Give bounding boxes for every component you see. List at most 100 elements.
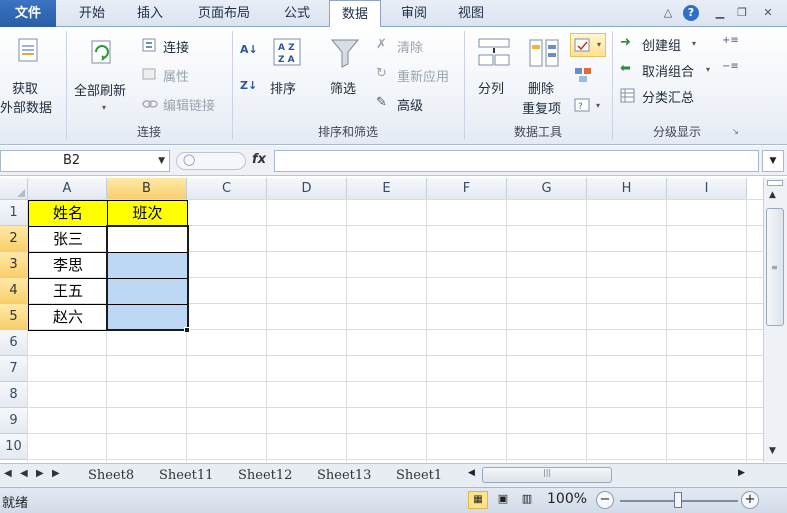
horizontal-scroll-thumb[interactable]: ||| xyxy=(482,467,612,483)
expand-formula-bar-icon[interactable]: ▼ xyxy=(762,150,784,172)
column-header-g[interactable]: G xyxy=(507,178,587,200)
cell-a3[interactable]: 李思 xyxy=(28,252,108,279)
name-box-dropdown-icon[interactable]: ▼ xyxy=(158,151,165,171)
tab-home[interactable]: 开始 xyxy=(66,0,118,27)
data-validation-button[interactable]: ▾ xyxy=(570,33,606,57)
row-header-9[interactable]: 9 xyxy=(0,408,28,434)
select-all-corner[interactable] xyxy=(0,178,28,200)
remove-duplicates-button[interactable]: 删除 重复项 xyxy=(520,31,568,121)
row-header-4[interactable]: 4 xyxy=(0,278,28,304)
text-to-columns-button[interactable]: 分列 xyxy=(470,31,516,121)
sheet-tab-sheet13[interactable]: Sheet13 xyxy=(317,466,371,486)
column-header-b[interactable]: B xyxy=(107,178,187,200)
row-header-6[interactable]: 6 xyxy=(0,330,28,356)
sheet-tab-sheet1[interactable]: Sheet1 xyxy=(396,466,454,486)
row-header-2[interactable]: 2 xyxy=(0,226,28,252)
hide-detail-icon[interactable]: −≡ xyxy=(722,61,739,75)
cell-a1[interactable]: 姓名 xyxy=(28,200,108,227)
sort-az-button[interactable]: A↓ xyxy=(240,43,260,63)
name-box[interactable]: B2 ▼ xyxy=(0,150,170,172)
tab-view[interactable]: 视图 xyxy=(445,0,497,27)
ribbon-collapse-icon[interactable]: △ xyxy=(660,5,676,21)
scroll-up-icon[interactable]: ▲ xyxy=(769,190,776,200)
sheet-tab-sheet12[interactable]: Sheet12 xyxy=(238,466,292,486)
close-icon[interactable]: ✕ xyxy=(760,5,776,21)
page-break-view-button[interactable]: ▥ xyxy=(517,491,537,509)
tab-file[interactable]: 文件 xyxy=(0,0,56,27)
advanced-button[interactable]: ✎ 高级 xyxy=(376,95,456,115)
edit-links-icon xyxy=(142,100,158,108)
vertical-scrollbar[interactable]: ▲ ≡ ▼ xyxy=(763,178,787,462)
ungroup-button[interactable]: ⬅ 取消组合 ▾ xyxy=(620,61,720,81)
filter-button[interactable]: 筛选 xyxy=(322,31,368,121)
reapply-button[interactable]: ↻ 重新应用 xyxy=(376,66,466,86)
get-external-label-2: 外部数据 xyxy=(0,101,53,116)
status-bar: 就绪 ▦ ▣ ▥ 100% − + xyxy=(0,487,787,513)
refresh-all-button[interactable]: 全部刷新 ▾ xyxy=(70,29,136,121)
edit-links-button[interactable]: 编辑链接 xyxy=(142,95,232,115)
connections-button[interactable]: 连接 xyxy=(142,37,222,57)
minimize-icon[interactable]: ▁ xyxy=(712,5,728,21)
fill-handle[interactable] xyxy=(184,327,190,333)
hscroll-left-icon[interactable]: ◀ xyxy=(468,468,475,478)
group-button[interactable]: ➜ 创建组 ▾ xyxy=(620,35,710,55)
zoom-in-icon[interactable]: + xyxy=(741,491,759,509)
cell-a2[interactable]: 张三 xyxy=(28,226,108,253)
tab-data[interactable]: 数据 xyxy=(329,0,381,28)
reapply-label: 重新应用 xyxy=(397,70,450,85)
row-header-1[interactable]: 1 xyxy=(0,200,28,226)
row-header-3[interactable]: 3 xyxy=(0,252,28,278)
page-layout-view-button[interactable]: ▣ xyxy=(493,491,513,509)
sheet-tab-sheet8[interactable]: Sheet8 xyxy=(88,466,134,486)
zoom-out-icon[interactable]: − xyxy=(596,491,614,509)
cell-b1[interactable]: 班次 xyxy=(107,200,188,227)
prev-sheet-icon[interactable]: ◀ xyxy=(20,468,28,479)
insert-function-button[interactable]: fx xyxy=(252,152,266,167)
cell-a5[interactable]: 赵六 xyxy=(28,304,108,331)
zoom-level[interactable]: 100% xyxy=(547,491,587,507)
row-header-7[interactable]: 7 xyxy=(0,356,28,382)
outline-settings-icon[interactable]: ↘ xyxy=(732,127,742,137)
what-if-button[interactable]: ? ▾ xyxy=(574,97,606,117)
column-header-i[interactable]: I xyxy=(667,178,747,200)
properties-button[interactable]: 属性 xyxy=(142,66,222,86)
row-header-5[interactable]: 5 xyxy=(0,304,28,330)
sort-button[interactable]: A Z Z A 排序 xyxy=(266,31,310,121)
cell-a4[interactable]: 王五 xyxy=(28,278,108,305)
row-header-10[interactable]: 10 xyxy=(0,434,28,460)
sheet-tab-sheet11[interactable]: Sheet11 xyxy=(159,466,213,486)
advanced-icon: ✎ xyxy=(376,95,387,110)
first-sheet-icon[interactable]: ◀ xyxy=(4,468,12,479)
formula-bar-divider[interactable]: ◯ xyxy=(176,152,246,170)
tab-formulas[interactable]: 公式 xyxy=(271,0,323,27)
subtotal-button[interactable]: 分类汇总 xyxy=(620,87,710,107)
sort-za-button[interactable]: Z↓ xyxy=(240,79,260,99)
column-header-c[interactable]: C xyxy=(187,178,267,200)
help-icon[interactable]: ? xyxy=(683,5,699,21)
last-sheet-icon[interactable]: ▶ xyxy=(52,468,60,479)
scroll-split-handle[interactable] xyxy=(767,180,783,186)
gridline-horizontal xyxy=(28,459,763,460)
column-header-e[interactable]: E xyxy=(347,178,427,200)
row-header-8[interactable]: 8 xyxy=(0,382,28,408)
worksheet-grid[interactable]: ABCDEFGHI 1 2 3 4 5 6 7 8 9 10 姓名 班次 张三 李思 王五 赵六 xyxy=(0,178,763,462)
column-header-a[interactable]: A xyxy=(28,178,107,200)
hscroll-right-icon[interactable]: ▶ xyxy=(738,468,745,478)
show-detail-icon[interactable]: +≡ xyxy=(722,35,739,49)
zoom-slider-thumb[interactable] xyxy=(674,492,682,508)
next-sheet-icon[interactable]: ▶ xyxy=(36,468,44,479)
scroll-down-icon[interactable]: ▼ xyxy=(769,446,776,456)
consolidate-button[interactable] xyxy=(574,67,594,87)
column-header-d[interactable]: D xyxy=(267,178,347,200)
normal-view-button[interactable]: ▦ xyxy=(468,491,488,509)
column-header-h[interactable]: H xyxy=(587,178,667,200)
clear-button[interactable]: ✗ 清除 xyxy=(376,37,456,57)
scroll-thumb[interactable]: ≡ xyxy=(766,208,784,326)
restore-icon[interactable]: ❐ xyxy=(734,5,750,21)
tab-review[interactable]: 审阅 xyxy=(388,0,440,27)
formula-input[interactable] xyxy=(274,150,759,172)
tab-page-layout[interactable]: 页面布局 xyxy=(184,0,264,27)
get-external-data-button[interactable]: 获取 外部数据 xyxy=(0,29,64,121)
tab-insert[interactable]: 插入 xyxy=(124,0,176,27)
column-header-f[interactable]: F xyxy=(427,178,507,200)
